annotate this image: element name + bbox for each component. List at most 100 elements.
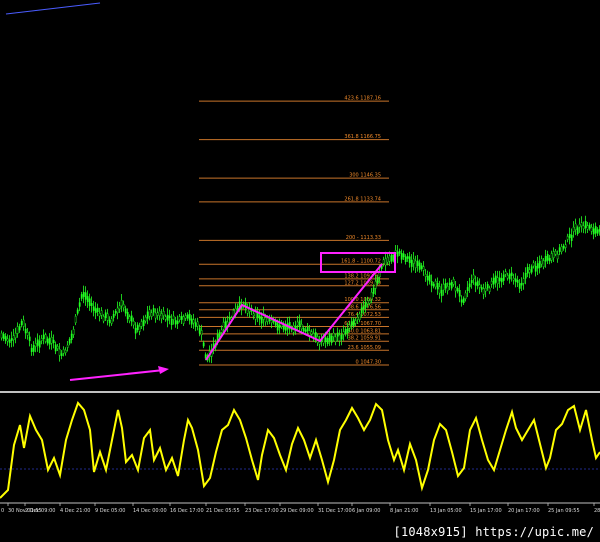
candle-body (102, 316, 105, 322)
candle-body (510, 272, 513, 276)
candle-body (96, 307, 99, 313)
candle-body (114, 311, 117, 314)
candle-body (478, 284, 481, 288)
candle-body (16, 326, 19, 334)
candle-body (402, 253, 405, 258)
fib-level-label: 261.8 1133.74 (344, 196, 381, 202)
candle-body (18, 326, 21, 331)
candle-body (98, 313, 101, 317)
candle-body (122, 304, 125, 308)
trendline-stub[interactable] (5, 2, 101, 15)
candle-body (326, 338, 329, 344)
candle-body (62, 349, 65, 354)
candle-body (564, 244, 567, 248)
candle-body (196, 321, 199, 327)
candle-body (28, 336, 31, 342)
candle-body (46, 338, 49, 344)
candle-body (264, 317, 267, 323)
candle-body (428, 274, 431, 282)
candle-body (466, 287, 469, 291)
candle-body (220, 329, 223, 333)
candle-body (2, 333, 5, 339)
time-axis-label: 6 Jan 09:00 (352, 508, 380, 514)
candle-body (104, 312, 107, 319)
candle-body (524, 272, 527, 279)
candle-body (138, 326, 141, 332)
candle-body (502, 274, 505, 281)
candle-body (222, 322, 225, 330)
candle-body (498, 277, 501, 282)
candle-body (296, 321, 299, 326)
candle-body (118, 305, 121, 310)
time-axis-label: 29 Dec 09:00 (280, 508, 314, 514)
time-axis-label: 20 Jan 17:00 (508, 508, 540, 514)
candle-body (424, 274, 427, 277)
time-axis-label: 25 Jan 09:55 (548, 508, 580, 514)
candle-body (368, 300, 371, 304)
fib-level-label: 23.6 1055.09 (348, 345, 381, 351)
candle-body (494, 275, 497, 283)
candle-body (332, 332, 335, 337)
arrow-line[interactable] (69, 369, 165, 381)
candle-body (460, 299, 463, 303)
candle-body (416, 260, 419, 266)
candle-body (346, 328, 349, 333)
candle-body (128, 316, 131, 322)
candle-body (538, 260, 541, 268)
candle-body (14, 332, 17, 339)
candle-body (50, 337, 53, 344)
candle-body (526, 267, 529, 274)
candle-body (88, 298, 91, 306)
candle-body (568, 234, 571, 238)
candle-body (152, 308, 155, 313)
candle-body (20, 321, 23, 326)
candle-body (594, 226, 597, 234)
time-axis-label: 28 (594, 508, 600, 514)
candle-body (446, 286, 449, 291)
candle-body (340, 334, 343, 340)
candle-body (12, 335, 15, 341)
candle-body (44, 334, 47, 342)
candle-body (374, 281, 377, 289)
candle-body (454, 287, 457, 292)
fib-level-label: 0 1047.30 (356, 360, 381, 366)
time-axis-label: 14 Dec 00:00 (133, 508, 167, 514)
candle-body (142, 319, 145, 327)
candle-body (324, 337, 327, 343)
candle-body (158, 310, 161, 316)
candle-body (426, 276, 429, 281)
candle-body (384, 258, 387, 266)
image-size-watermark: [1048x915] https://upic.me/ (393, 525, 594, 539)
time-axis-label: 23 Dec 17:00 (245, 508, 279, 514)
candle-body (270, 319, 273, 323)
fib-level-label: 38.2 1059.91 (348, 336, 381, 342)
candle-body (52, 339, 55, 344)
candle-body (126, 312, 129, 320)
candle-body (186, 314, 189, 319)
candle-body (584, 221, 587, 229)
chart-canvas[interactable]: 423.6 1187.16 361.8 1166.75 300 1146.35 261… (0, 0, 600, 542)
candle-body (452, 279, 455, 285)
candle-body (486, 284, 489, 289)
candle-body (354, 320, 357, 324)
candle-body (414, 260, 417, 268)
candle-body (156, 312, 159, 316)
candle-body (546, 254, 549, 261)
time-axis-label: 16 Dec 17:00 (170, 508, 204, 514)
candle-body (576, 227, 579, 234)
candle-body (6, 338, 9, 342)
candle-body (188, 313, 191, 321)
candle-body (436, 283, 439, 290)
candle-body (344, 329, 347, 335)
candle-body (182, 316, 185, 324)
fib-level-label: 161.8 - 1100.72 (341, 259, 381, 265)
candle-body (74, 316, 77, 323)
candle-body (370, 292, 373, 300)
candle-body (550, 253, 553, 261)
candle-body (306, 326, 309, 331)
candle-body (458, 290, 461, 297)
candle-body (366, 300, 369, 305)
candle-body (238, 301, 241, 307)
candle-body (388, 255, 391, 262)
candle-body (482, 288, 485, 295)
